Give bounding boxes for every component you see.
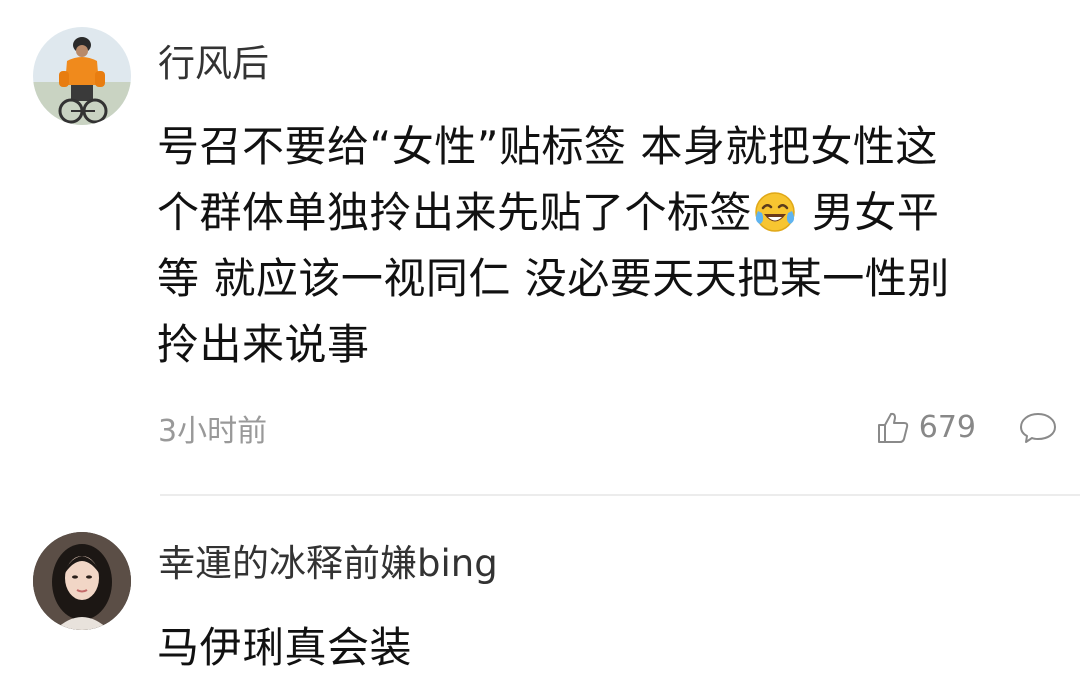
comment-line-segment: 个群体单独拎出来先贴了个标签 (157, 188, 753, 237)
comment-line-segment: 男女平 (798, 188, 940, 237)
comment-actions: 679 (875, 410, 1058, 446)
divider (160, 494, 1080, 496)
timestamp: 3小时前 (158, 414, 268, 449)
reply-bubble-icon[interactable] (1018, 410, 1058, 446)
comment-line: 个群体单独拎出来先贴了个标签 男女平 (157, 180, 1057, 246)
thumbs-up-icon (877, 412, 908, 443)
comment-line: 马伊琍真会装 (157, 623, 413, 672)
comment-text: 马伊琍真会装 (157, 615, 1057, 681)
comment-line: 等 就应该一视同仁 没必要天天把某一性别 (157, 254, 950, 303)
comment-line: 号召不要给“女性”贴标签 本身就把女性这 (157, 122, 938, 171)
like-button[interactable]: 679 (875, 410, 976, 446)
username[interactable]: 行风后 (158, 42, 269, 86)
comment-item: 行风后 号召不要给“女性”贴标签 本身就把女性这 个群体单独拎出来先贴了个标签 … (0, 0, 1080, 500)
laughing-crying-emoji-icon (755, 192, 795, 232)
comment-line: 拎出来说事 (157, 320, 370, 369)
comment-feed: 行风后 号召不要给“女性”贴标签 本身就把女性这 个群体单独拎出来先贴了个标签 … (0, 0, 1080, 698)
username[interactable]: 幸運的冰释前嫌bing (158, 542, 498, 586)
comment-item: 幸運的冰释前嫌bing 马伊琍真会装 (0, 500, 1080, 698)
like-count: 679 (918, 410, 976, 445)
comment-text: 号召不要给“女性”贴标签 本身就把女性这 个群体单独拎出来先贴了个标签 男女平 … (157, 114, 1057, 378)
avatar[interactable] (33, 532, 131, 630)
avatar[interactable] (33, 27, 131, 125)
